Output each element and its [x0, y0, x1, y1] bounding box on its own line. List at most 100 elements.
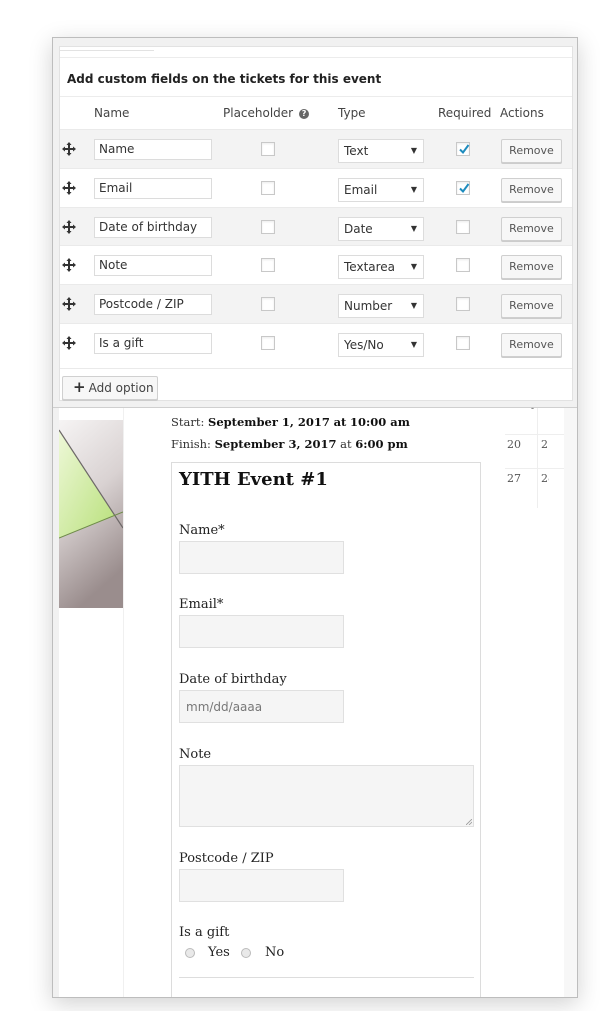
- event-finish: Finish: September 3, 2017 at 6:00 pm: [171, 437, 408, 451]
- gift-yes-label: Yes: [208, 945, 230, 960]
- calendar-day[interactable]: 20: [507, 438, 521, 451]
- event-thumbnail: [59, 420, 123, 608]
- field-type-select[interactable]: Date ▼: [338, 216, 424, 241]
- placeholder-checkbox[interactable]: [261, 335, 275, 350]
- resize-grip-icon[interactable]: [466, 819, 472, 825]
- finish-time: 6:00 pm: [355, 437, 408, 451]
- dropdown-arrow-icon: ▼: [410, 146, 417, 155]
- finish-date: September 3, 2017: [214, 437, 337, 451]
- required-checkbox[interactable]: [456, 219, 470, 234]
- field-name-input[interactable]: Email: [94, 177, 212, 199]
- calendar-row-line: [505, 468, 565, 469]
- placeholder-checkbox[interactable]: [261, 258, 275, 273]
- drag-handle-icon[interactable]: [61, 180, 77, 196]
- gift-no-radio[interactable]: [241, 948, 251, 958]
- column-name: Name: [94, 106, 130, 120]
- dropdown-arrow-icon: ▼: [410, 223, 417, 233]
- tab-strip: [60, 47, 154, 51]
- note-textarea[interactable]: [179, 765, 474, 827]
- dropdown-arrow-icon: ▼: [410, 262, 417, 272]
- field-type-value: Email: [344, 182, 378, 197]
- field-name-input[interactable]: Name: [94, 139, 212, 160]
- section-title: Add custom fields on the tickets for thi…: [60, 57, 572, 97]
- event-page: Start: September 1, 2017 at 10:00 am Fin…: [53, 404, 577, 997]
- name-input[interactable]: [179, 541, 344, 574]
- column-placeholder: Placeholder?: [223, 106, 310, 120]
- note-label: Note: [179, 747, 212, 762]
- field-name-input[interactable]: Note: [94, 255, 212, 277]
- table-footer: + Add option: [60, 368, 572, 401]
- finish-at: at: [340, 437, 352, 451]
- field-row: Date of birthday Date ▼ Remove: [60, 206, 572, 246]
- help-icon[interactable]: ?: [299, 109, 310, 119]
- field-type-select[interactable]: Number ▼: [338, 294, 424, 319]
- calendar-row-line: [505, 434, 565, 435]
- field-row: Email Email ▼ Remove: [60, 167, 572, 207]
- field-name-input[interactable]: Date of birthday: [94, 216, 212, 238]
- column-type: Type: [338, 106, 366, 120]
- field-row: Postcode / ZIP Number ▼ Remove: [60, 284, 572, 323]
- finish-label: Finish:: [171, 437, 211, 451]
- remove-button[interactable]: Remove: [501, 139, 562, 163]
- calendar-day[interactable]: 28: [541, 472, 549, 485]
- gift-label: Is a gift: [179, 925, 230, 940]
- remove-button[interactable]: Remove: [501, 177, 562, 202]
- field-type-select[interactable]: Text ▼: [338, 139, 424, 163]
- ticket-form: YITH Event #1 Name* Email* Date of birth…: [171, 462, 481, 997]
- add-option-label: Add option: [88, 381, 154, 395]
- field-name-input[interactable]: Is a gift: [94, 332, 212, 354]
- email-label: Email*: [179, 597, 224, 612]
- calendar-day[interactable]: 27: [507, 472, 521, 485]
- required-checkbox[interactable]: [456, 335, 470, 350]
- field-type-value: Date: [344, 221, 373, 236]
- required-checkbox[interactable]: [456, 180, 470, 195]
- placeholder-checkbox[interactable]: [261, 142, 275, 156]
- field-name-input[interactable]: Postcode / ZIP: [94, 294, 212, 316]
- required-checkbox[interactable]: [456, 297, 470, 312]
- dropdown-arrow-icon: ▼: [410, 301, 417, 311]
- custom-fields-panel: Add custom fields on the tickets for thi…: [59, 46, 573, 401]
- dropdown-arrow-icon: ▼: [410, 339, 417, 349]
- drag-handle-icon[interactable]: [61, 335, 77, 351]
- calendar-day[interactable]: 21: [541, 438, 549, 451]
- column-placeholder-label: Placeholder: [223, 106, 294, 120]
- form-divider: [179, 977, 474, 978]
- drag-handle-icon[interactable]: [61, 296, 77, 312]
- start-date: September 1, 2017: [208, 415, 330, 429]
- remove-button[interactable]: Remove: [501, 294, 562, 319]
- field-row: Name Text ▼ Remove: [60, 129, 572, 168]
- gift-yes-radio[interactable]: [185, 948, 195, 958]
- drag-handle-icon[interactable]: [61, 141, 77, 157]
- placeholder-checkbox[interactable]: [261, 180, 275, 195]
- start-label: Start:: [171, 415, 205, 429]
- field-type-select[interactable]: Email ▼: [338, 177, 424, 202]
- field-type-value: Number: [344, 299, 393, 314]
- field-type-select[interactable]: Textarea ▼: [338, 255, 424, 280]
- plus-icon: +: [73, 378, 86, 396]
- drag-handle-icon[interactable]: [61, 257, 77, 273]
- zip-input[interactable]: [179, 869, 344, 902]
- remove-button[interactable]: Remove: [501, 255, 562, 280]
- add-option-button[interactable]: + Add option: [62, 376, 158, 400]
- column-actions: Actions: [500, 106, 544, 120]
- remove-button[interactable]: Remove: [501, 332, 562, 357]
- placeholder-checkbox[interactable]: [261, 219, 275, 234]
- start-at: at: [333, 415, 347, 429]
- required-checkbox[interactable]: [456, 258, 470, 273]
- placeholder-checkbox[interactable]: [261, 297, 275, 312]
- email-input[interactable]: [179, 615, 344, 648]
- required-checkbox[interactable]: [456, 142, 470, 156]
- remove-button[interactable]: Remove: [501, 216, 562, 241]
- column-required: Required: [438, 106, 492, 120]
- gift-no-label: No: [265, 945, 285, 960]
- field-type-value: Yes/No: [344, 337, 384, 352]
- screenshot-frame: Add custom fields on the tickets for thi…: [52, 37, 578, 998]
- field-type-select[interactable]: Yes/No ▼: [338, 332, 424, 357]
- calendar-mark: -: [531, 404, 535, 414]
- dob-input[interactable]: mm/dd/aaaa: [179, 690, 344, 723]
- field-row: Is a gift Yes/No ▼ Remove: [60, 322, 572, 362]
- drag-handle-icon[interactable]: [61, 219, 77, 235]
- start-time: 10:00 am: [350, 415, 410, 429]
- calendar-widget: - 20 21 27 28: [505, 404, 565, 508]
- field-type-value: Text: [344, 144, 369, 158]
